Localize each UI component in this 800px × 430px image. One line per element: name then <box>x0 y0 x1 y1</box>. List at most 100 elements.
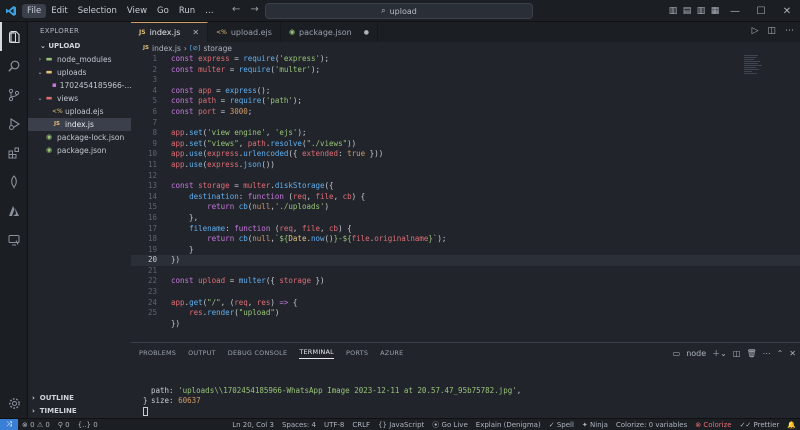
explain-denigma[interactable]: Explain (Denigma) <box>472 421 545 429</box>
remote-explorer-icon[interactable] <box>0 225 28 254</box>
code-line: 6 const port = 3000; <box>152 106 253 116</box>
tab-package-json[interactable]: ◉ package.json ● <box>281 22 378 42</box>
language-mode[interactable]: {} JavaScript <box>374 421 428 429</box>
remote-indicator-icon[interactable]: ⤨ <box>0 418 18 430</box>
toggle-secondary-sidebar-icon[interactable]: ▥ <box>694 6 708 16</box>
workspace-root-folder[interactable]: ⌄ UPLOAD <box>28 40 131 53</box>
tree-item-node-modules[interactable]: › ▬ node_modules <box>28 53 131 66</box>
extensions-icon[interactable] <box>0 138 28 167</box>
close-tab-icon[interactable]: ✕ <box>192 28 199 37</box>
tab-terminal[interactable]: TERMINAL <box>299 348 334 359</box>
command-center-search[interactable]: ⌕ upload <box>265 3 533 19</box>
code-line: 16 }, <box>147 212 199 222</box>
search-sidebar-icon[interactable] <box>0 51 28 80</box>
code-line: 15 return cb(null,'./uploads') <box>147 202 330 212</box>
tree-item-index-js[interactable]: JS index.js <box>28 118 131 131</box>
menu-file[interactable]: File <box>22 3 47 18</box>
azure-icon[interactable] <box>0 196 28 225</box>
more-actions-icon[interactable]: ⋯ <box>763 349 771 358</box>
run-file-icon[interactable]: ▷ <box>752 26 759 36</box>
menu-more[interactable]: … <box>200 4 219 18</box>
javascript-file-icon: JS <box>143 45 150 51</box>
tree-item-uploads[interactable]: ⌄ ▬ uploads <box>28 66 131 79</box>
close-icon[interactable]: ✕ <box>774 6 800 17</box>
indentation[interactable]: Spaces: 4 <box>278 421 320 429</box>
chevron-right-icon: › <box>183 43 187 53</box>
minimize-icon[interactable]: — <box>722 6 748 17</box>
cursor-position[interactable]: Ln 20, Col 3 <box>228 421 278 429</box>
code-line: 23 <box>147 287 157 297</box>
outline-section[interactable]: › OUTLINE <box>28 392 131 405</box>
activity-bar <box>0 22 28 418</box>
menu-run[interactable]: Run <box>174 4 200 18</box>
explorer-icon[interactable] <box>0 22 28 51</box>
colorize-variables[interactable]: Colorize: 0 variables <box>612 421 691 429</box>
warning-icon: ⚠ <box>36 420 44 429</box>
encoding[interactable]: UTF-8 <box>320 421 348 429</box>
code-line-current: 20}) <box>131 255 800 266</box>
ninja[interactable]: ✦ Ninja <box>578 421 612 429</box>
breadcrumb-file[interactable]: index.js <box>152 44 181 53</box>
ejs-file-icon: <% <box>52 108 63 115</box>
menu-go[interactable]: Go <box>152 4 174 18</box>
errors-indicator[interactable]: ⊗ 0 ⚠ 0 <box>18 421 54 429</box>
tree-item-upload-ejs[interactable]: <% upload.ejs <box>28 105 131 118</box>
ports-indicator[interactable]: ⚲ 0 <box>54 421 74 429</box>
go-live-button[interactable]: ⦿ Go Live <box>428 420 471 430</box>
source-control-icon[interactable] <box>0 80 28 109</box>
terminal-cursor <box>143 407 148 416</box>
split-editor-icon[interactable]: ◫ <box>767 26 776 36</box>
menu-selection[interactable]: Selection <box>73 4 122 18</box>
tab-debug-console[interactable]: DEBUG CONSOLE <box>228 349 288 357</box>
tab-problems[interactable]: PROBLEMS <box>139 349 176 357</box>
split-terminal-icon[interactable]: ◫ <box>733 349 741 358</box>
tree-item-uploaded-image[interactable]: ▪ 1702454185966-... <box>28 79 131 92</box>
notifications-bell-icon[interactable]: 🔔 <box>783 421 800 429</box>
tree-item-package-lock-json[interactable]: ◉ package-lock.json <box>28 131 131 144</box>
more-actions-icon[interactable]: ⋯ <box>785 26 794 36</box>
tab-upload-ejs[interactable]: <% upload.ejs <box>208 22 281 42</box>
toggle-panel-icon[interactable]: ▤ <box>680 6 694 16</box>
close-circle-icon: ⊗ <box>695 420 702 429</box>
spell-checker[interactable]: ✓ Spell <box>545 421 578 429</box>
settings-gear-icon[interactable] <box>0 392 28 414</box>
forward-arrow-icon[interactable]: → <box>250 4 258 15</box>
tree-item-views[interactable]: ⌄ ▬ views <box>28 92 131 105</box>
menu-edit[interactable]: Edit <box>46 4 72 18</box>
run-debug-icon[interactable] <box>0 109 28 138</box>
window-controls: ▥ ▤ ▥ ▦ — ☐ ✕ <box>666 0 800 22</box>
panel-actions: ▭ node ＋⌄ ◫ 🗑 ⋯ ⌃ ✕ <box>673 348 796 359</box>
mongodb-leaf-icon[interactable] <box>0 167 28 196</box>
tab-index-js[interactable]: JS index.js ✕ <box>131 22 209 42</box>
code-line: 1 const express = require('express'); <box>152 54 330 63</box>
timeline-section[interactable]: › TIMELINE <box>28 405 131 418</box>
colorize-toggle[interactable]: ⊗ Colorize <box>691 421 735 429</box>
minimap[interactable] <box>744 54 764 90</box>
maximize-panel-icon[interactable]: ⌃ <box>777 349 784 358</box>
tab-azure[interactable]: AZURE <box>380 349 403 357</box>
new-terminal-icon[interactable]: ＋⌄ <box>712 348 727 359</box>
chevron-right-icon: › <box>32 407 40 415</box>
customize-layout-icon[interactable]: ▦ <box>708 6 722 16</box>
chevron-right-icon: › <box>32 394 40 402</box>
terminal-name[interactable]: node <box>686 349 706 358</box>
terminal-line: size: 60637 <box>151 396 201 405</box>
tab-ports[interactable]: PORTS <box>346 349 368 357</box>
ports-icon: ⚲ <box>57 420 63 429</box>
tab-output[interactable]: OUTPUT <box>188 349 216 357</box>
breadcrumb-symbol[interactable]: storage <box>203 44 232 53</box>
code-line: 25 res.render("upload") <box>147 308 280 318</box>
toggle-sidebar-icon[interactable]: ▥ <box>666 6 680 16</box>
tree-item-package-json[interactable]: ◉ package.json <box>28 144 131 157</box>
menu-view[interactable]: View <box>122 4 152 18</box>
back-arrow-icon[interactable]: ← <box>232 4 240 15</box>
code-editor[interactable]: 1 const express = require('express'); 2 co… <box>131 54 800 342</box>
json-indicator[interactable]: {..} 0 <box>74 421 102 429</box>
prettier[interactable]: ✓✓ Prettier <box>736 421 784 429</box>
end-of-line[interactable]: CRLF <box>348 421 374 429</box>
code-line: 3 <box>152 75 157 85</box>
maximize-icon[interactable]: ☐ <box>748 6 774 17</box>
close-panel-icon[interactable]: ✕ <box>789 349 796 358</box>
unsaved-dot-icon[interactable]: ● <box>364 29 369 36</box>
kill-terminal-icon[interactable]: 🗑 <box>746 349 756 358</box>
